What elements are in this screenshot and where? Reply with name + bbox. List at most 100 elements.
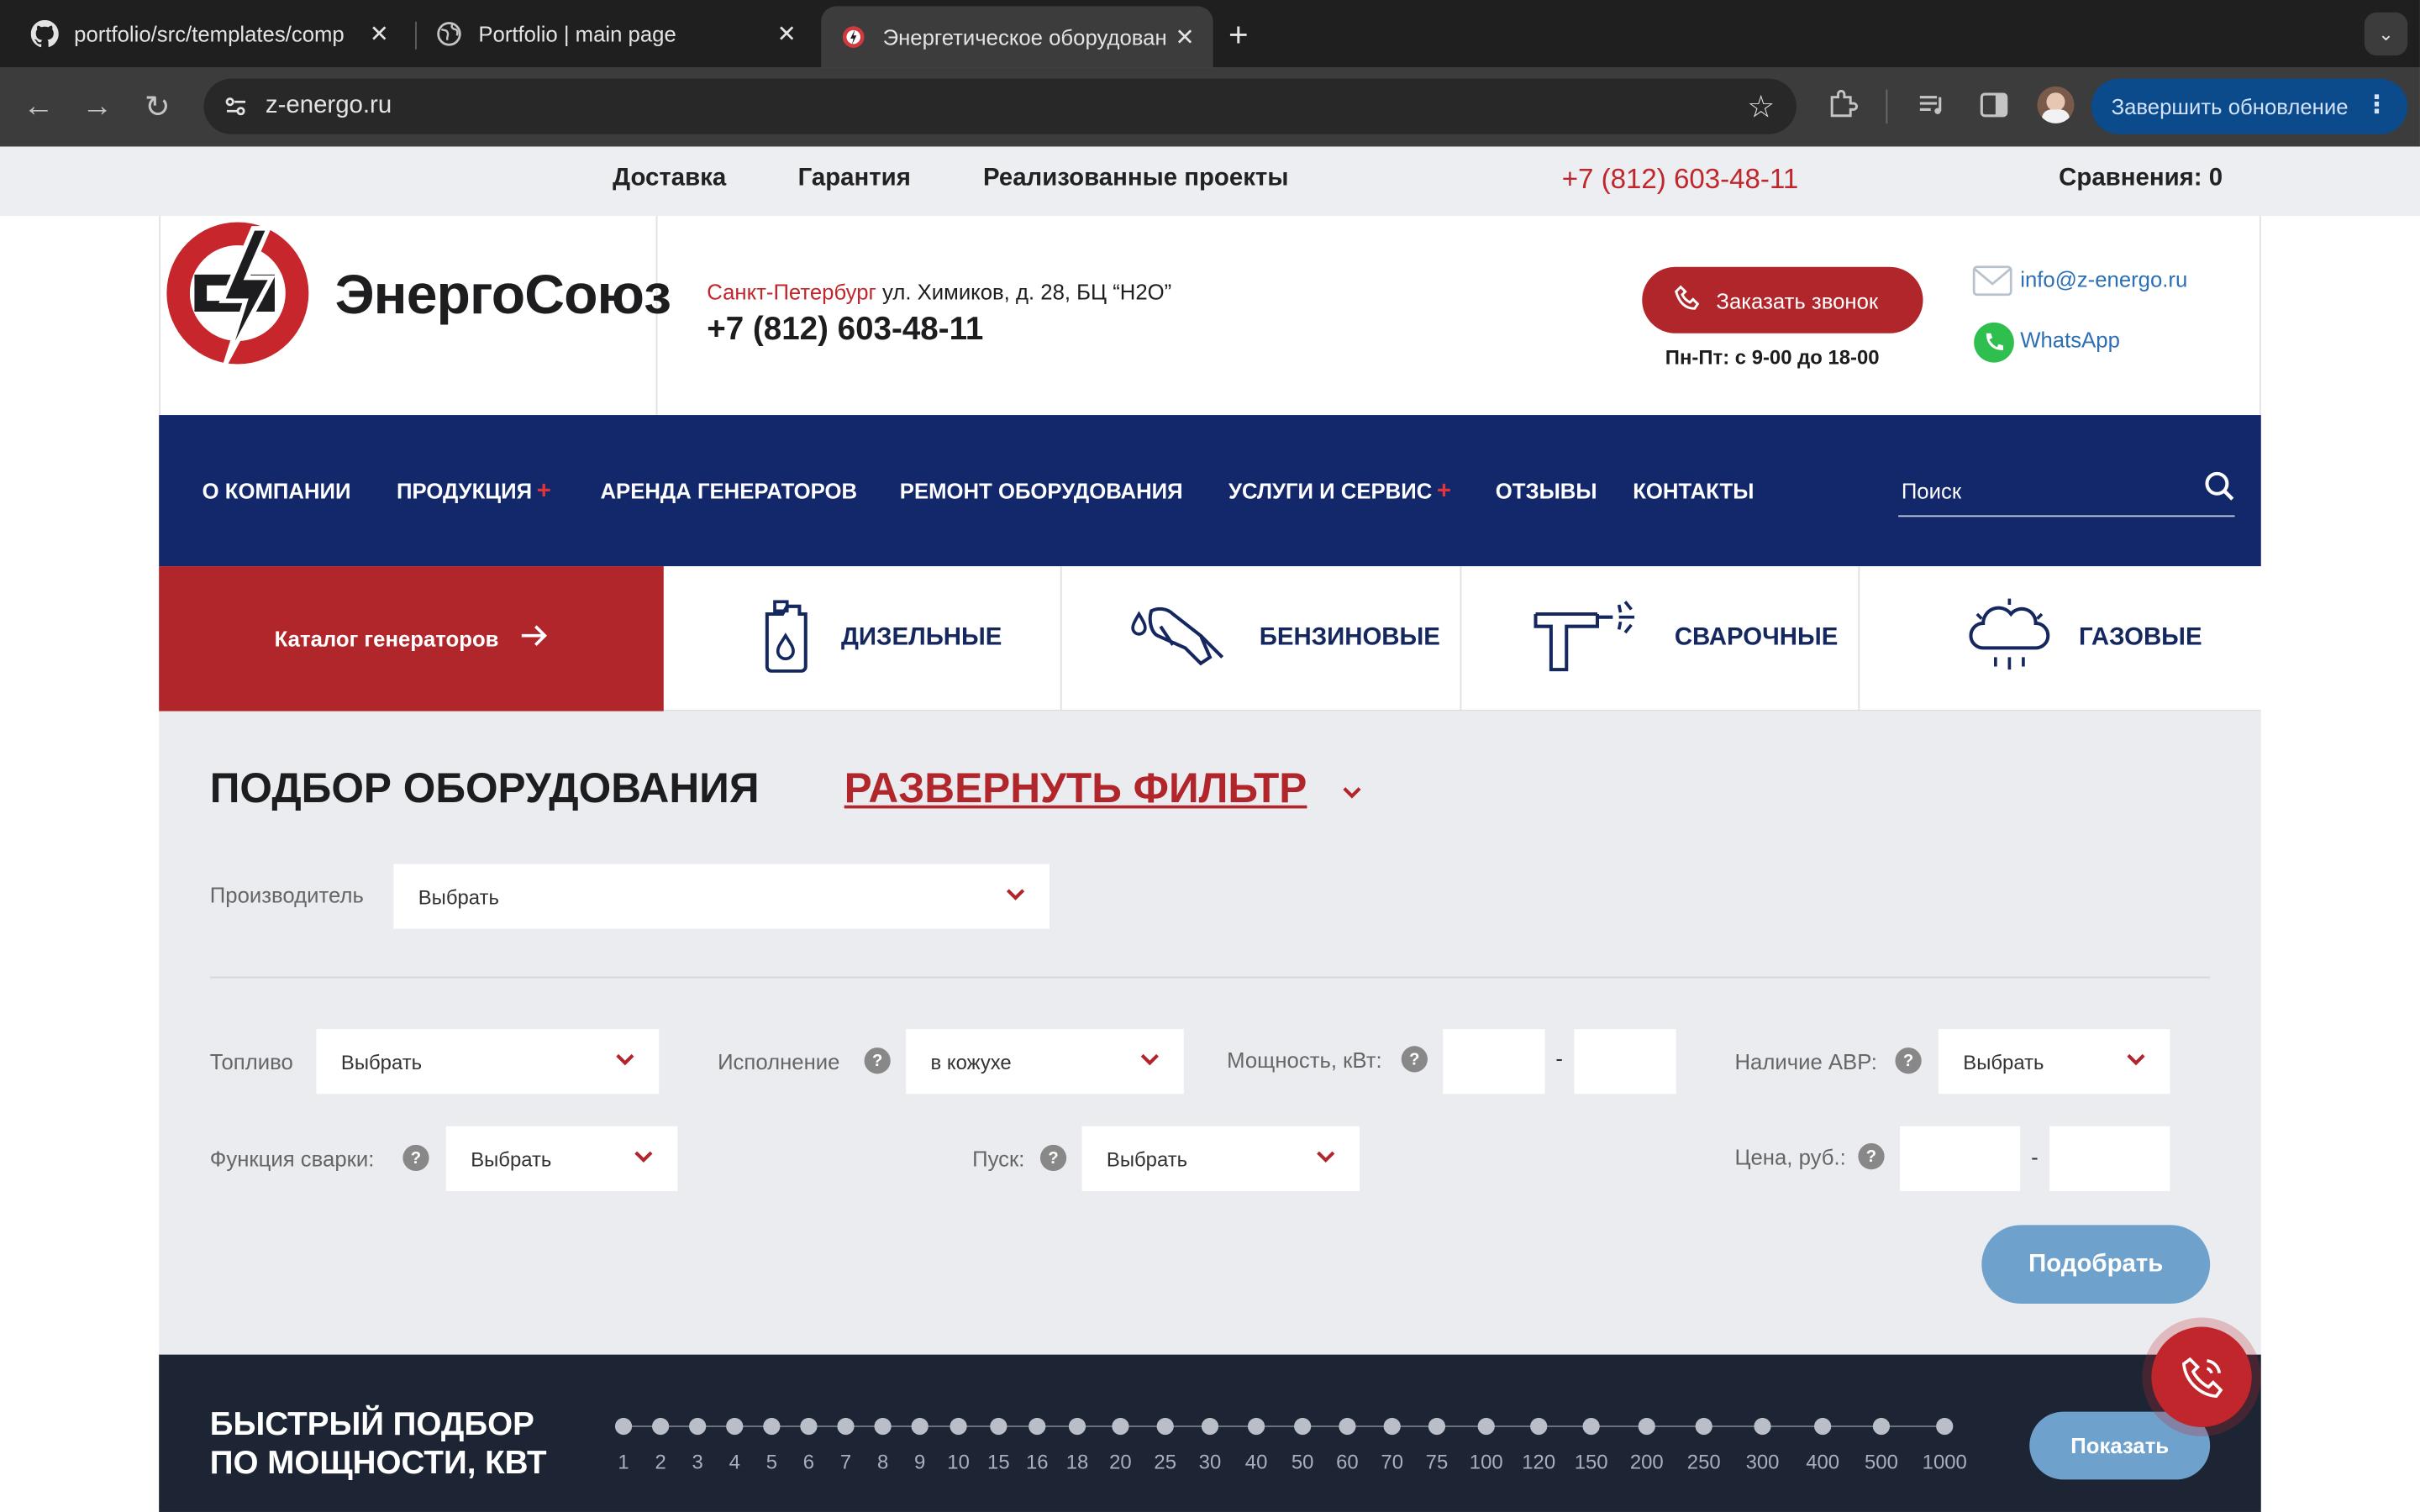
power-slider-dot[interactable] (1428, 1417, 1446, 1436)
nav-item-products[interactable]: ПРОДУКЦИЯ + (397, 478, 551, 506)
topbar-link-warranty[interactable]: Гарантия (798, 165, 911, 193)
power-tick-label[interactable]: 9 (914, 1450, 925, 1473)
power-slider-dot[interactable] (1477, 1417, 1495, 1436)
tab-github[interactable]: portfolio/src/templates/comp ✕ (13, 0, 408, 68)
power-tick-label[interactable]: 10 (947, 1450, 970, 1473)
power-slider-dot[interactable] (800, 1417, 818, 1436)
power-max-input[interactable] (1574, 1029, 1676, 1095)
power-slider-dot[interactable] (1028, 1417, 1046, 1436)
help-icon[interactable]: ? (1039, 1144, 1067, 1172)
power-tick-label[interactable]: 40 (1245, 1450, 1268, 1473)
power-tick-label[interactable]: 1000 (1923, 1450, 1967, 1473)
power-min-input[interactable] (1443, 1029, 1545, 1095)
execution-select[interactable]: в кожухе (906, 1029, 1184, 1095)
power-slider-dot[interactable] (1695, 1417, 1712, 1436)
power-tick-label[interactable]: 50 (1292, 1450, 1314, 1473)
compare-counter[interactable]: Сравнения: 0 (2059, 165, 2223, 193)
power-tick-label[interactable]: 20 (1109, 1450, 1132, 1473)
power-tick-label[interactable]: 5 (766, 1450, 777, 1473)
logo-text[interactable]: ЭнергоСоюз (335, 262, 671, 327)
power-tick-label[interactable]: 2 (655, 1450, 666, 1473)
power-slider-dot[interactable] (763, 1417, 781, 1436)
power-tick-label[interactable]: 1 (618, 1450, 629, 1473)
welding-select[interactable]: Выбрать (445, 1126, 678, 1191)
close-tab-icon[interactable]: ✕ (1176, 24, 1195, 50)
power-slider-dot[interactable] (726, 1417, 744, 1436)
site-settings-icon[interactable] (222, 92, 250, 128)
power-slider-dot[interactable] (1582, 1417, 1600, 1436)
nav-item-rent[interactable]: АРЕНДА ГЕНЕРАТОРОВ (600, 478, 857, 502)
chevron-down-icon[interactable] (1341, 780, 1363, 808)
power-slider-dot[interactable] (990, 1417, 1007, 1436)
help-icon[interactable]: ? (1858, 1142, 1885, 1170)
power-tick-label[interactable]: 15 (987, 1450, 1010, 1473)
extensions-puzzle-icon[interactable] (1826, 88, 1860, 130)
power-slider-dot[interactable] (950, 1417, 967, 1436)
reload-icon[interactable]: ↻ (137, 87, 177, 127)
power-slider-dot[interactable] (1530, 1417, 1548, 1436)
nav-item-company[interactable]: О КОМПАНИИ (203, 478, 351, 502)
power-slider-dot[interactable] (614, 1417, 633, 1436)
nav-item-services[interactable]: УСЛУГИ И СЕРВИС + (1228, 478, 1451, 506)
catalog-button[interactable]: Каталог генераторов (159, 566, 664, 711)
power-slider-dot[interactable] (1201, 1417, 1219, 1436)
power-slider-dot[interactable] (874, 1417, 892, 1436)
help-icon[interactable]: ? (864, 1047, 891, 1074)
back-arrow-icon[interactable]: ← (18, 87, 59, 127)
avr-select[interactable]: Выбрать (1938, 1029, 2170, 1095)
logo-emblem-icon[interactable] (160, 216, 315, 370)
header-email-link[interactable]: info@z-energo.ru (2020, 267, 2187, 291)
topbar-phone[interactable]: +7 (812) 603-48-11 (1562, 164, 1799, 197)
nav-item-repair[interactable]: РЕМОНТ ОБОРУДОВАНИЯ (900, 478, 1183, 502)
update-button[interactable]: Завершить обновление ⋮ (2091, 78, 2408, 134)
power-slider-dot[interactable] (837, 1417, 855, 1436)
power-slider-dot[interactable] (1068, 1417, 1086, 1436)
power-slider-dot[interactable] (1638, 1417, 1655, 1436)
power-tick-label[interactable]: 200 (1630, 1450, 1664, 1473)
profile-avatar[interactable] (2037, 86, 2075, 123)
power-slider-dot[interactable] (1294, 1417, 1312, 1436)
power-tick-label[interactable]: 100 (1470, 1450, 1503, 1473)
power-tick-label[interactable]: 60 (1336, 1450, 1359, 1473)
tab-portfolio[interactable]: Portfolio | main page ✕ (417, 0, 815, 68)
power-slider-dot[interactable] (1872, 1417, 1891, 1436)
close-tab-icon[interactable]: ✕ (370, 20, 389, 48)
power-tick-label[interactable]: 3 (692, 1450, 703, 1473)
category-welding[interactable]: СВАРОЧНЫЕ (1461, 566, 1860, 711)
power-tick-label[interactable]: 4 (729, 1450, 740, 1473)
category-diesel[interactable]: ДИЗЕЛЬНЫЕ (664, 566, 1062, 711)
power-tick-label[interactable]: 70 (1381, 1450, 1403, 1473)
side-panel-icon[interactable] (1979, 90, 2010, 129)
help-icon[interactable]: ? (1401, 1046, 1428, 1073)
category-petrol[interactable]: БЕНЗИНОВЫЕ (1062, 566, 1462, 711)
floating-call-button[interactable] (2151, 1326, 2252, 1427)
power-slider-dot[interactable] (1814, 1417, 1832, 1436)
power-tick-label[interactable]: 18 (1066, 1450, 1089, 1473)
search-input[interactable]: Поиск (1898, 468, 2235, 517)
whatsapp-link[interactable]: WhatsApp (2020, 327, 2120, 351)
power-slider-dot[interactable] (1156, 1417, 1174, 1436)
submit-filter-button[interactable]: Подобрать (1981, 1225, 2211, 1305)
power-tick-label[interactable]: 400 (1806, 1450, 1839, 1473)
start-select[interactable]: Выбрать (1081, 1126, 1360, 1191)
tab-energosoyuz[interactable]: Энергетическое оборудован ✕ (821, 6, 1213, 68)
close-tab-icon[interactable]: ✕ (777, 20, 797, 48)
power-slider-dot[interactable] (911, 1417, 929, 1436)
callback-button[interactable]: Заказать звонок (1642, 266, 1923, 333)
power-slider-dot[interactable] (1754, 1417, 1771, 1436)
help-icon[interactable]: ? (402, 1144, 429, 1172)
nav-item-contacts[interactable]: КОНТАКТЫ (1633, 478, 1754, 502)
price-max-input[interactable] (2049, 1126, 2170, 1191)
power-tick-label[interactable]: 500 (1865, 1450, 1898, 1473)
media-queue-icon[interactable] (1917, 90, 1948, 129)
power-tick-label[interactable]: 7 (840, 1450, 851, 1473)
address-bar[interactable]: z-energo.ru ☆ (203, 78, 1797, 134)
bookmark-star-icon[interactable]: ☆ (1747, 88, 1775, 127)
power-tick-label[interactable]: 120 (1522, 1450, 1555, 1473)
topbar-link-projects[interactable]: Реализованные проекты (983, 165, 1288, 193)
power-tick-label[interactable]: 16 (1026, 1450, 1049, 1473)
power-tick-label[interactable]: 250 (1687, 1450, 1721, 1473)
fuel-select[interactable]: Выбрать (316, 1029, 660, 1095)
forward-arrow-icon[interactable]: → (77, 87, 118, 127)
power-tick-label[interactable]: 30 (1199, 1450, 1222, 1473)
